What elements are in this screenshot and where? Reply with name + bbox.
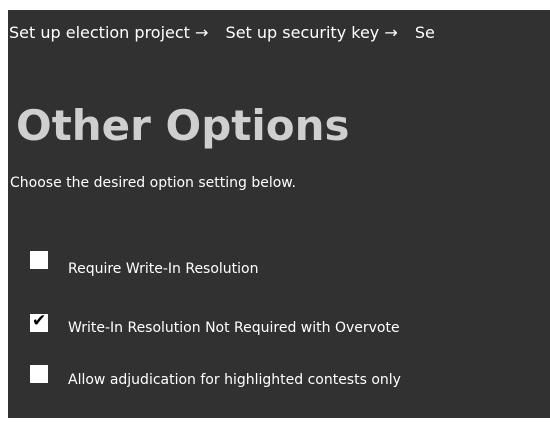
require-write-in-checkbox[interactable] xyxy=(30,251,48,269)
options-panel: Set up election project → Set up securit… xyxy=(8,10,550,418)
write-in-overvote-checkbox[interactable]: ✔ xyxy=(30,311,48,332)
require-write-in-label[interactable]: Require Write-In Resolution xyxy=(68,261,259,277)
breadcrumb: Set up election project → Set up securit… xyxy=(9,23,447,42)
breadcrumb-item-security-key[interactable]: Set up security key → xyxy=(226,23,398,42)
breadcrumb-item-next[interactable]: Se xyxy=(415,23,435,42)
breadcrumb-item-election-project[interactable]: Set up election project → xyxy=(9,23,208,42)
page-subtitle: Choose the desired option setting below. xyxy=(10,175,296,191)
allow-adjudication-checkbox[interactable] xyxy=(30,365,48,383)
checkmark-icon: ✔ xyxy=(32,311,47,331)
write-in-overvote-label[interactable]: Write-In Resolution Not Required with Ov… xyxy=(68,320,400,336)
allow-adjudication-label[interactable]: Allow adjudication for highlighted conte… xyxy=(68,372,401,388)
page-title: Other Options xyxy=(16,101,350,150)
